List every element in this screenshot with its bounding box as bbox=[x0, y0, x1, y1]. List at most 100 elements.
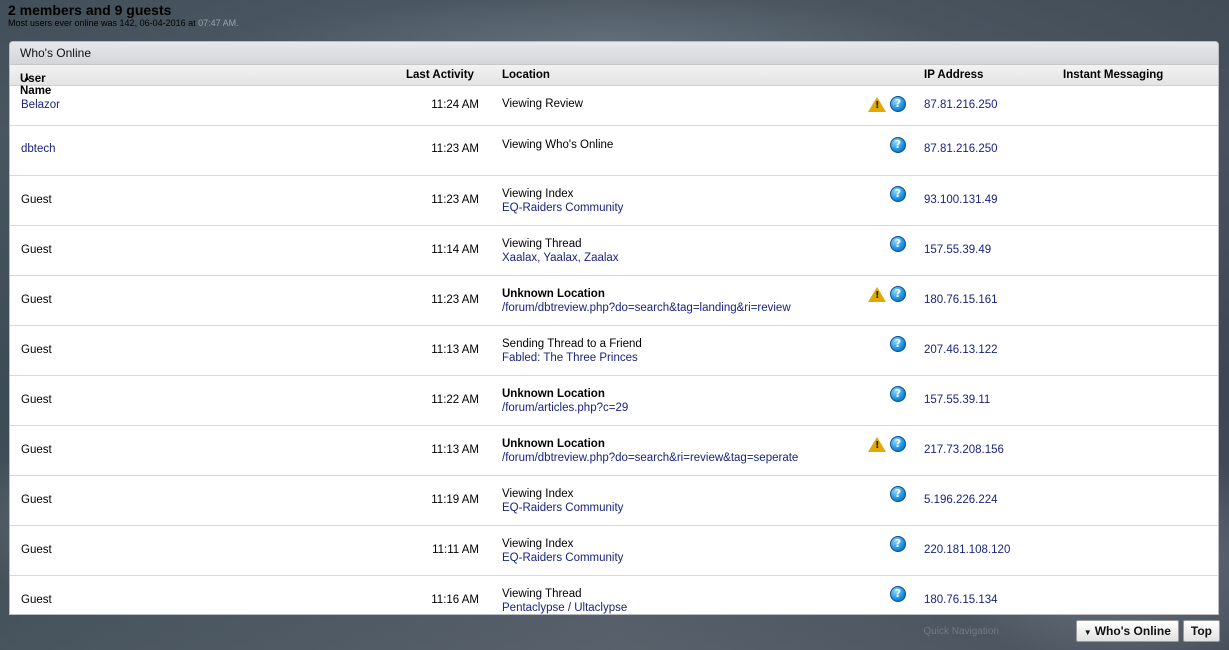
location-action: Unknown Location bbox=[502, 388, 605, 400]
location-cell: Viewing Index EQ-Raiders Community bbox=[502, 487, 623, 515]
location-link[interactable]: Xaalax, Yaalax, Zaalax bbox=[502, 251, 619, 265]
record-online-text: Most users ever online was 142, 06-04-20… bbox=[8, 18, 239, 28]
ip-address[interactable]: 180.76.15.161 bbox=[924, 294, 998, 306]
user-name[interactable]: dbtech bbox=[21, 143, 56, 155]
warning-icon[interactable] bbox=[868, 437, 886, 452]
column-last-activity[interactable]: Last Activity bbox=[406, 69, 474, 81]
location-action: Unknown Location bbox=[502, 438, 605, 450]
location-action: Viewing Index bbox=[502, 488, 574, 500]
online-summary: 2 members and 9 guests Most users ever o… bbox=[8, 3, 239, 29]
location-action: Viewing Index bbox=[502, 188, 574, 200]
location-link[interactable]: /forum/dbtreview.php?do=search&ri=review… bbox=[502, 451, 798, 465]
top-button[interactable]: Top bbox=[1182, 620, 1220, 642]
footer-nav: ▼ Who's Online Top bbox=[1075, 620, 1220, 642]
question-icon[interactable]: ? bbox=[890, 536, 906, 552]
location-link[interactable]: /forum/dbtreview.php?do=search&tag=landi… bbox=[502, 301, 791, 315]
location-cell: Viewing Thread Pentaclypse / Ultaclypse bbox=[502, 587, 627, 614]
status-icons: ? bbox=[866, 137, 906, 155]
table-row: Guest 11:16 AM Viewing Thread Pentaclyps… bbox=[10, 576, 1218, 614]
question-icon[interactable]: ? bbox=[890, 137, 906, 153]
whos-online-panel: Who's Online User Name ▲ Last Activity Lo… bbox=[9, 41, 1219, 615]
last-activity-time: 11:13 AM bbox=[431, 344, 479, 356]
user-name: Guest bbox=[21, 594, 52, 606]
table-row: Guest 11:19 AM Viewing Index EQ-Raiders … bbox=[10, 476, 1218, 526]
location-action: Viewing Who's Online bbox=[502, 139, 614, 151]
location-cell: Viewing Index EQ-Raiders Community bbox=[502, 537, 623, 565]
dropdown-triangle-icon: ▼ bbox=[1083, 628, 1092, 637]
location-cell: Viewing Who's Online bbox=[502, 138, 613, 152]
user-name: Guest bbox=[21, 344, 52, 356]
last-activity-time: 11:22 AM bbox=[431, 394, 479, 406]
ip-address[interactable]: 157.55.39.49 bbox=[924, 244, 991, 256]
location-link[interactable]: Pentaclypse / Ultaclypse bbox=[502, 601, 627, 614]
ip-address[interactable]: 220.181.108.120 bbox=[924, 544, 1010, 556]
user-name: Guest bbox=[21, 494, 52, 506]
ip-address[interactable]: 207.46.13.122 bbox=[924, 344, 998, 356]
location-cell: Sending Thread to a Friend Fabled: The T… bbox=[502, 337, 642, 365]
location-link[interactable]: /forum/articles.php?c=29 bbox=[502, 401, 628, 415]
location-action: Viewing Review bbox=[502, 98, 583, 110]
question-icon[interactable]: ? bbox=[890, 236, 906, 252]
question-icon[interactable]: ? bbox=[890, 486, 906, 502]
location-link[interactable]: EQ-Raiders Community bbox=[502, 201, 623, 215]
column-location[interactable]: Location bbox=[502, 69, 550, 81]
quick-navigation-label: Quick Navigation bbox=[923, 626, 999, 637]
status-icons: ? bbox=[866, 586, 906, 604]
user-name: Guest bbox=[21, 194, 52, 206]
location-link[interactable]: Fabled: The Three Princes bbox=[502, 351, 642, 365]
table-row: Guest 11:14 AM Viewing Thread Xaalax, Ya… bbox=[10, 226, 1218, 276]
ip-address[interactable]: 93.100.131.49 bbox=[924, 194, 998, 206]
warning-icon[interactable] bbox=[868, 97, 886, 112]
last-activity-time: 11:14 AM bbox=[431, 244, 479, 256]
location-action: Unknown Location bbox=[502, 288, 605, 300]
question-icon[interactable]: ? bbox=[890, 386, 906, 402]
location-cell: Unknown Location /forum/articles.php?c=2… bbox=[502, 387, 628, 415]
status-icons: ? bbox=[866, 486, 906, 504]
warning-icon[interactable] bbox=[868, 287, 886, 302]
user-name: Guest bbox=[21, 394, 52, 406]
ip-address[interactable]: 157.55.39.11 bbox=[924, 394, 990, 406]
online-users-list: Belazor 11:24 AM Viewing Review ? 87.81.… bbox=[10, 86, 1218, 614]
ip-address[interactable]: 87.81.216.250 bbox=[924, 143, 998, 155]
question-icon[interactable]: ? bbox=[890, 336, 906, 352]
location-cell: Viewing Index EQ-Raiders Community bbox=[502, 187, 623, 215]
location-cell: Viewing Thread Xaalax, Yaalax, Zaalax bbox=[502, 237, 619, 265]
location-cell: Viewing Review bbox=[502, 97, 583, 111]
column-ip-address[interactable]: IP Address bbox=[924, 69, 983, 81]
whos-online-button[interactable]: ▼ Who's Online bbox=[1075, 620, 1179, 642]
table-row: Guest 11:23 AM Unknown Location /forum/d… bbox=[10, 276, 1218, 326]
column-instant-messaging: Instant Messaging bbox=[1063, 69, 1164, 81]
location-action: Viewing Thread bbox=[502, 588, 582, 600]
ip-address[interactable]: 217.73.208.156 bbox=[924, 444, 1004, 456]
status-icons: ? bbox=[866, 436, 906, 454]
location-action: Viewing Thread bbox=[502, 238, 582, 250]
ip-address[interactable]: 5.196.226.224 bbox=[924, 494, 998, 506]
user-name[interactable]: Belazor bbox=[21, 99, 60, 111]
status-icons: ? bbox=[866, 96, 906, 114]
location-cell: Unknown Location /forum/dbtreview.php?do… bbox=[502, 437, 798, 465]
status-icons: ? bbox=[866, 386, 906, 404]
table-row: Guest 11:22 AM Unknown Location /forum/a… bbox=[10, 376, 1218, 426]
question-icon[interactable]: ? bbox=[890, 436, 906, 452]
location-link[interactable]: EQ-Raiders Community bbox=[502, 551, 623, 565]
table-row: Guest 11:23 AM Viewing Index EQ-Raiders … bbox=[10, 176, 1218, 226]
question-icon[interactable]: ? bbox=[890, 286, 906, 302]
location-cell: Unknown Location /forum/dbtreview.php?do… bbox=[502, 287, 791, 315]
question-icon[interactable]: ? bbox=[890, 586, 906, 602]
location-action: Viewing Index bbox=[502, 538, 574, 550]
location-link[interactable]: EQ-Raiders Community bbox=[502, 501, 623, 515]
last-activity-time: 11:24 AM bbox=[431, 99, 479, 111]
status-icons: ? bbox=[866, 286, 906, 304]
user-name: Guest bbox=[21, 544, 52, 556]
record-time: 07:47 AM. bbox=[198, 18, 239, 28]
ip-address[interactable]: 180.76.15.134 bbox=[924, 594, 998, 606]
table-row: Guest 11:13 AM Unknown Location /forum/d… bbox=[10, 426, 1218, 476]
table-header: User Name ▲ Last Activity Location IP Add… bbox=[10, 65, 1218, 97]
sort-ascending-icon: ▲ bbox=[23, 73, 31, 82]
last-activity-time: 11:23 AM bbox=[431, 143, 479, 155]
ip-address[interactable]: 87.81.216.250 bbox=[924, 99, 998, 111]
question-icon[interactable]: ? bbox=[890, 96, 906, 112]
panel-title: Who's Online bbox=[10, 42, 1218, 65]
status-icons: ? bbox=[866, 336, 906, 354]
question-icon[interactable]: ? bbox=[890, 186, 906, 202]
